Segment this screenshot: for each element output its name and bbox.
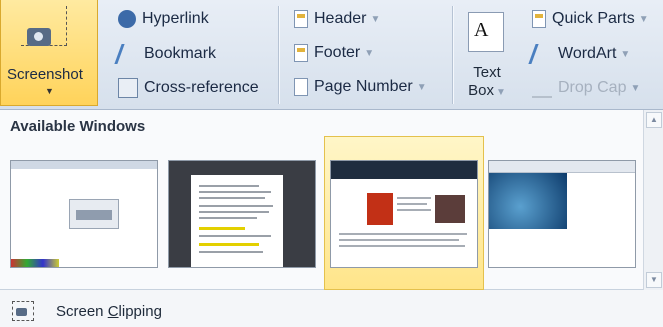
scroll-up-icon[interactable]: ▲ — [646, 112, 662, 128]
page-number-button[interactable]: Page Number ▼ — [294, 78, 427, 96]
screenshot-label: Screenshot — [7, 66, 83, 83]
quick-parts-icon — [532, 10, 546, 28]
quick-parts-button[interactable]: Quick Parts ▼ — [532, 10, 649, 28]
gallery-title: Available Windows — [10, 118, 146, 135]
wordart-label: WordArt — [558, 45, 617, 62]
chevron-down-icon: ▼ — [364, 47, 375, 59]
cross-reference-icon — [118, 78, 138, 98]
drop-cap-icon — [532, 78, 552, 98]
window-thumbnail-1[interactable] — [10, 160, 158, 268]
screen-clipping-label: Screen Clipping — [56, 303, 162, 320]
insert-ribbon: Screenshot ▼ Hyperlink Bookmark Cross-re… — [0, 0, 663, 110]
cross-reference-label: Cross-reference — [144, 79, 259, 96]
header-icon — [294, 10, 308, 28]
header-button[interactable]: Header ▼ — [294, 10, 380, 28]
page-number-icon — [294, 78, 308, 96]
drop-cap-button[interactable]: Drop Cap ▼ — [532, 78, 640, 98]
window-thumbnail-2[interactable] — [168, 160, 316, 268]
ribbon-separator — [452, 6, 453, 104]
scroll-down-icon[interactable]: ▼ — [646, 272, 662, 288]
text-box-icon: A — [468, 12, 504, 52]
footer-icon — [294, 44, 308, 62]
text-box-label: Text Box ▼ — [466, 64, 508, 102]
chevron-down-icon: ▼ — [620, 48, 631, 60]
wordart-icon — [528, 44, 556, 64]
window-thumbnail-3[interactable] — [330, 160, 478, 268]
text-box-label-line1: Text — [473, 64, 501, 81]
camera-icon — [27, 28, 51, 46]
ribbon-separator — [278, 6, 279, 104]
text-box-label-line2: Box ▼ — [468, 82, 506, 99]
chevron-down-icon: ▼ — [45, 86, 54, 96]
bookmark-icon — [114, 44, 142, 64]
footer-label: Footer — [314, 44, 361, 61]
header-label: Header — [314, 10, 367, 27]
drop-cap-label: Drop Cap — [558, 79, 627, 96]
cross-reference-button[interactable]: Cross-reference — [118, 78, 259, 98]
bookmark-button[interactable]: Bookmark — [114, 44, 217, 64]
page-number-label: Page Number — [314, 78, 413, 95]
footer-button[interactable]: Footer ▼ — [294, 44, 374, 62]
screen-clipping-item[interactable]: Screen Clipping — [0, 291, 663, 327]
chevron-down-icon: ▼ — [630, 82, 641, 94]
screen-clipping-icon — [12, 301, 34, 321]
hyperlink-icon — [118, 10, 136, 28]
available-windows-gallery: Available Windows ▲ ▼ — [0, 110, 663, 290]
quick-parts-label: Quick Parts — [552, 10, 635, 27]
window-thumbnail-4[interactable] — [488, 160, 636, 268]
chevron-down-icon: ▼ — [638, 13, 649, 25]
chevron-down-icon: ▼ — [370, 13, 381, 25]
wordart-button[interactable]: WordArt ▼ — [528, 44, 631, 64]
hyperlink-button[interactable]: Hyperlink — [118, 10, 209, 28]
hyperlink-label: Hyperlink — [142, 10, 209, 27]
gallery-scrollbar[interactable]: ▲ ▼ — [643, 110, 663, 290]
chevron-down-icon: ▼ — [416, 81, 427, 93]
screenshot-button[interactable]: Screenshot ▼ — [0, 0, 98, 106]
bookmark-label: Bookmark — [144, 45, 217, 62]
